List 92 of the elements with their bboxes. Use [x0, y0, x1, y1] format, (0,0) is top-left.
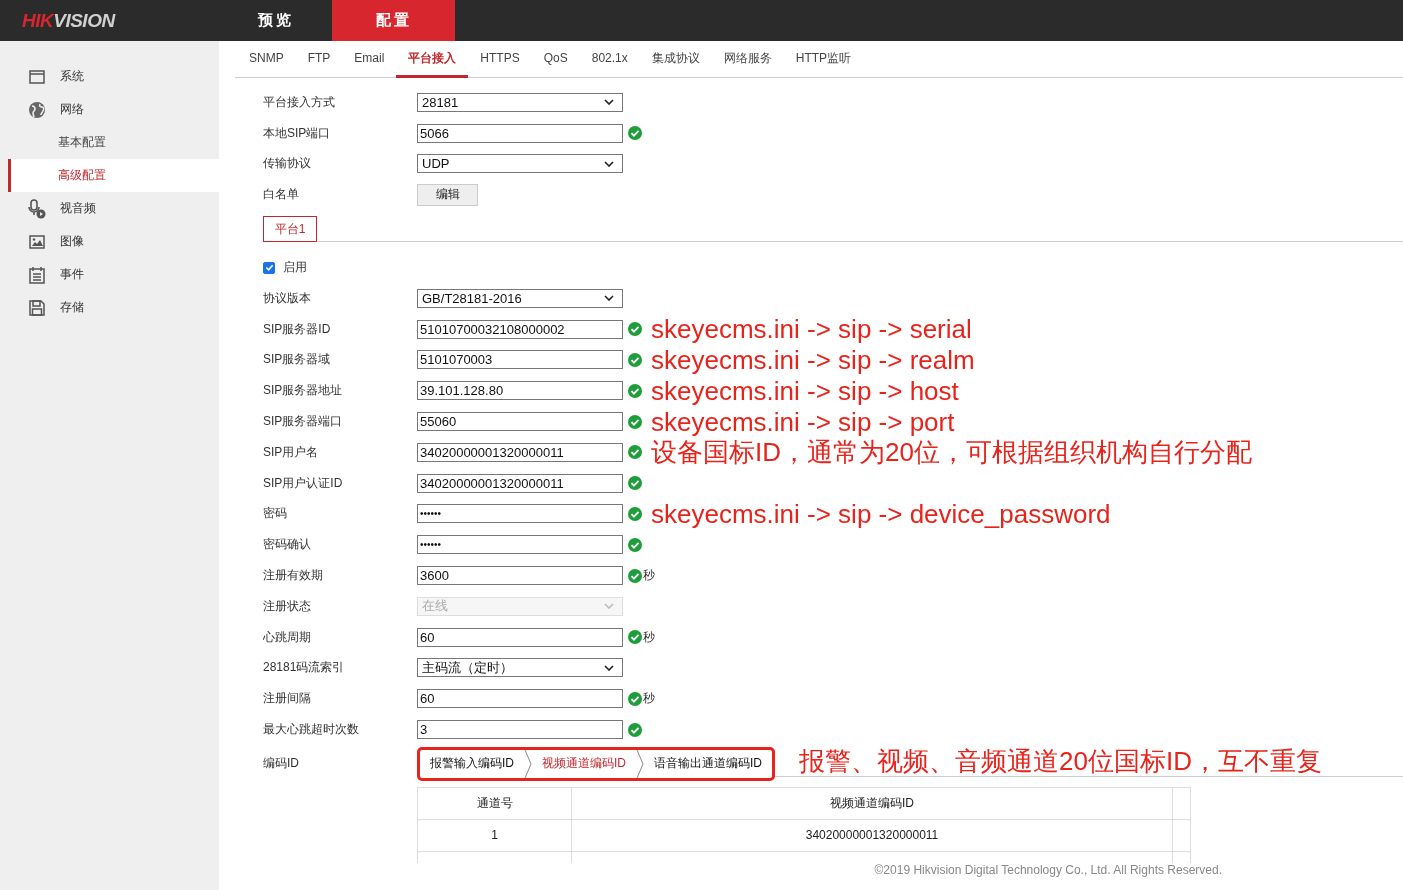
- field-label: 协议版本: [263, 289, 312, 307]
- field-label: SIP服务器ID: [263, 320, 332, 338]
- tab[interactable]: Email: [342, 41, 397, 78]
- field-label: 密码确认: [263, 536, 312, 554]
- sidebar-item[interactable]: 视音频: [60, 200, 96, 217]
- annotation: skeyecms.ini -> sip -> host: [651, 375, 959, 406]
- nav-tab[interactable]: 配置: [332, 0, 455, 41]
- column-header: 通道号: [417, 787, 572, 820]
- annotation: skeyecms.ini -> sip -> device_password: [651, 498, 1111, 529]
- input-field[interactable]: 3600: [417, 566, 623, 586]
- field-label: 注册有效期: [263, 567, 324, 585]
- field-label: 本地SIP端口: [263, 124, 332, 142]
- sidebar-item[interactable]: 存储: [60, 299, 84, 316]
- tab[interactable]: 报警输入编码ID: [420, 749, 524, 778]
- field-label: SIP用户名: [263, 443, 320, 461]
- tab[interactable]: SNMP: [237, 41, 296, 78]
- tab[interactable]: 平台1: [263, 216, 317, 243]
- tab[interactable]: HTTP监听: [783, 41, 864, 78]
- unit-label: 秒: [643, 567, 655, 585]
- table-cell: 1: [417, 819, 572, 852]
- sidebar-item[interactable]: 网络: [60, 101, 84, 118]
- field-label: 28181码流索引: [263, 659, 346, 677]
- tab[interactable]: 集成协议: [639, 41, 712, 78]
- checkbox-label: 启用: [283, 259, 307, 277]
- input-field[interactable]: 34020000001320000011: [417, 473, 623, 493]
- field-label: 传输协议: [263, 155, 312, 173]
- copyright-text: ©2019 Hikvision Digital Technology Co., Ltd. All Rights Reserved.: [873, 863, 1223, 879]
- edit-button[interactable]: 编辑: [417, 183, 478, 206]
- unit-label: 秒: [643, 628, 655, 646]
- nav-tab[interactable]: 预览: [220, 0, 332, 41]
- input-field[interactable]: 60: [417, 689, 623, 709]
- chevron-down-icon: [604, 99, 614, 106]
- field-label: SIP用户认证ID: [263, 474, 344, 492]
- annotation: 报警、视频、音频通道20位国标ID，互不重复: [799, 746, 1322, 777]
- annotation: skeyecms.ini -> sip -> realm: [651, 344, 975, 375]
- dropdown[interactable]: UDP: [417, 154, 623, 174]
- input-field[interactable]: 5101070003: [417, 350, 623, 370]
- calendar-icon: [29, 265, 45, 284]
- sidebar-subitem[interactable]: 高级配置: [8, 159, 219, 192]
- field-label: 平台接入方式: [263, 93, 336, 111]
- sidebar-item[interactable]: 图像: [60, 233, 84, 250]
- field-label: 心跳周期: [263, 628, 312, 646]
- chevron-down-icon: [604, 664, 614, 671]
- chevron-down-icon: [604, 295, 614, 302]
- input-field[interactable]: 55060: [417, 412, 623, 432]
- column-header: 视频通道编码ID: [571, 787, 1173, 820]
- sidebar-item[interactable]: 事件: [60, 266, 84, 283]
- input-field[interactable]: 5066: [417, 123, 623, 143]
- chevron-separator-icon: [524, 749, 532, 778]
- sidebar-item[interactable]: 系统: [60, 68, 84, 85]
- tab[interactable]: 语音输出通道编码ID: [644, 749, 772, 778]
- chevron-separator-icon: [636, 749, 644, 778]
- unit-label: 秒: [643, 690, 655, 708]
- annotation: 设备国标ID，通常为20位，可根据组织机构自行分配: [651, 437, 1252, 468]
- tab[interactable]: 网络服务: [711, 41, 784, 78]
- field-label: 白名单: [263, 186, 300, 204]
- field-label: SIP服务器端口: [263, 413, 344, 431]
- tab[interactable]: HTTPS: [468, 41, 532, 78]
- sidebar-subitem[interactable]: 基本配置: [0, 126, 219, 159]
- chevron-down-icon: [604, 603, 614, 610]
- tab[interactable]: QoS: [531, 41, 580, 78]
- dropdown[interactable]: 主码流（定时）: [417, 658, 623, 678]
- annotation: skeyecms.ini -> sip -> serial: [651, 314, 972, 345]
- field-label: SIP服务器地址: [263, 382, 344, 400]
- logo: HIKVISION: [21, 8, 117, 33]
- field-label: 最大心跳超时次数: [263, 721, 360, 739]
- tab[interactable]: 平台接入: [396, 41, 469, 78]
- dropdown[interactable]: GB/T28181-2016: [417, 288, 623, 308]
- field-label: 编码ID: [263, 755, 300, 773]
- annotation: skeyecms.ini -> sip -> port: [651, 406, 955, 437]
- input-field[interactable]: 3: [417, 720, 623, 740]
- field-label: 注册间隔: [263, 690, 312, 708]
- field-label: 注册状态: [263, 597, 312, 615]
- input-field[interactable]: 39.101.128.80: [417, 381, 623, 401]
- checkbox[interactable]: [263, 261, 275, 274]
- image-icon: [29, 233, 45, 250]
- tab[interactable]: FTP: [295, 41, 343, 78]
- field-label: SIP服务器域: [263, 351, 332, 369]
- microphone-icon: [28, 198, 46, 219]
- input-field[interactable]: 60: [417, 627, 623, 647]
- input-field[interactable]: 51010700032108000002: [417, 319, 623, 339]
- dropdown[interactable]: 28181: [417, 92, 623, 112]
- tab[interactable]: 802.1x: [579, 41, 640, 78]
- input-field[interactable]: ••••••: [417, 535, 623, 555]
- globe-icon: [28, 100, 46, 119]
- field-label: 密码: [263, 505, 288, 523]
- table-cell: 34020000001320000011: [571, 819, 1173, 852]
- input-field[interactable]: 34020000001320000011: [417, 442, 623, 462]
- tab[interactable]: 视频通道编码ID: [532, 749, 636, 778]
- input-field[interactable]: ••••••: [417, 504, 623, 524]
- chevron-down-icon: [604, 161, 614, 167]
- window-icon: [29, 68, 45, 85]
